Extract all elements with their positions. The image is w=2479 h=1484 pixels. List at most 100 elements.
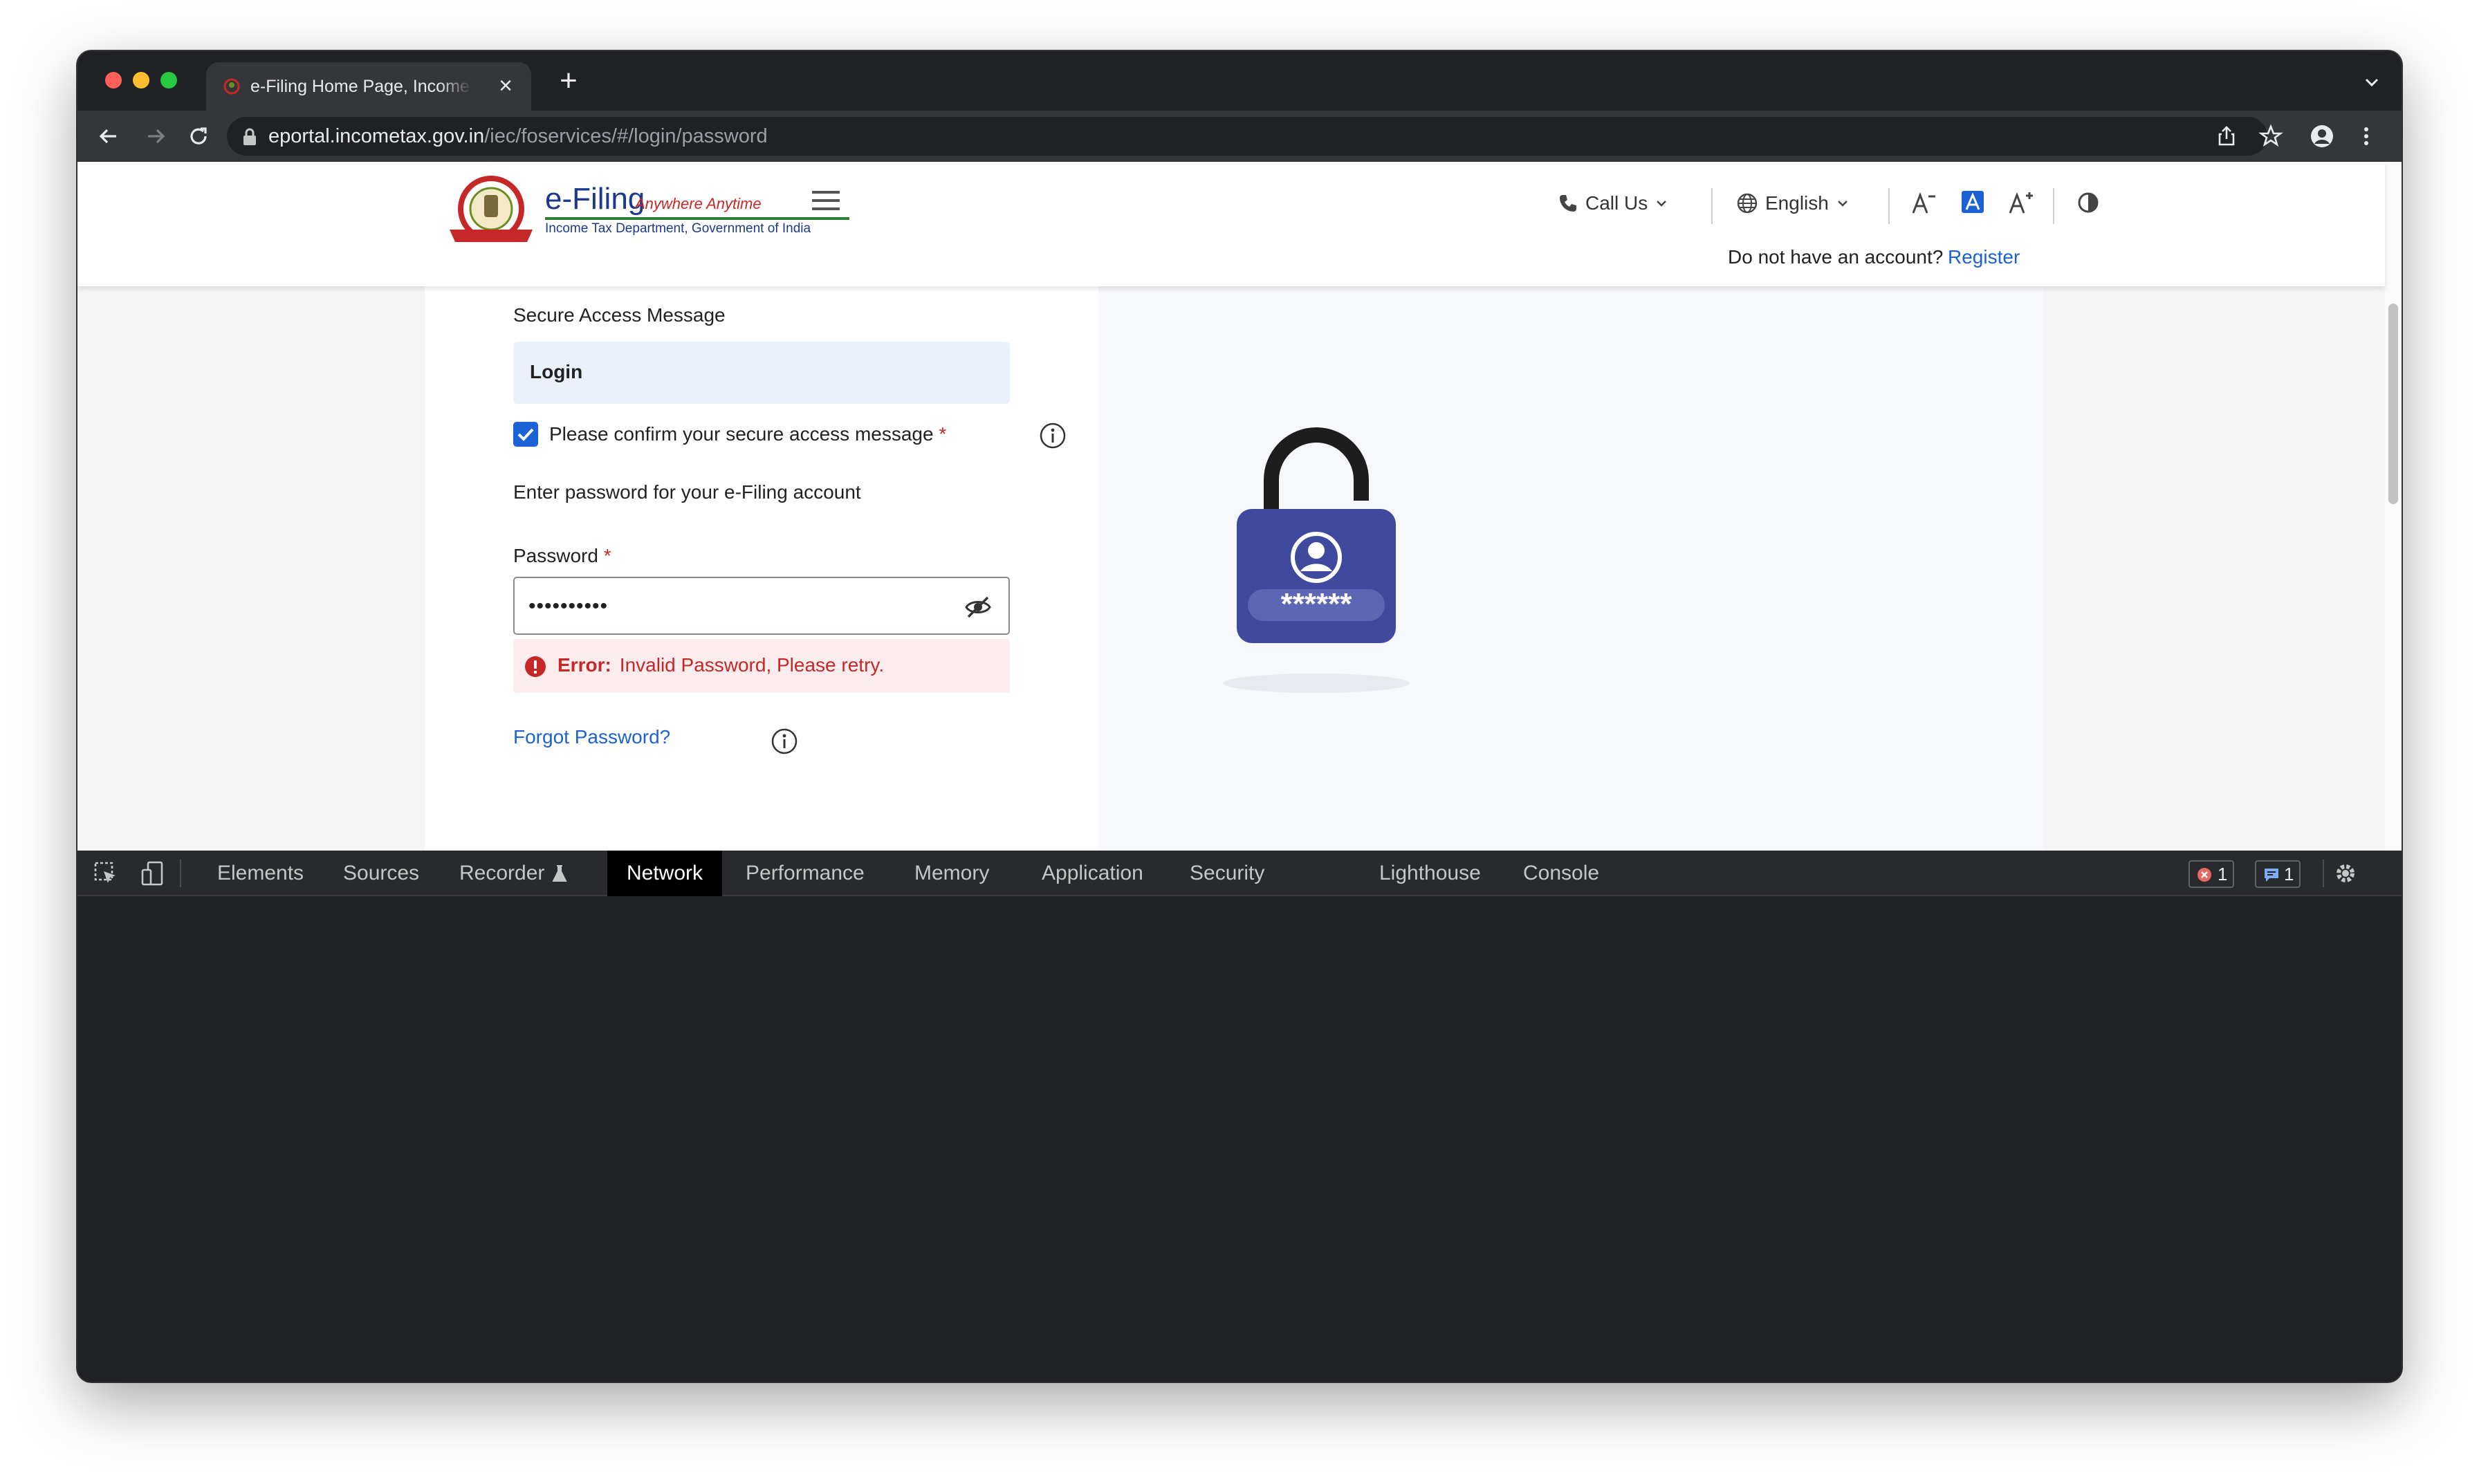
eye-off-icon[interactable] <box>964 593 992 621</box>
device-toolbar-icon[interactable] <box>140 860 166 887</box>
brand-subtitle: Income Tax Department, Government of Ind… <box>545 221 811 236</box>
more-menu-icon[interactable] <box>2353 123 2379 149</box>
login-form: Secure Access Message Login Please confi… <box>425 286 1098 851</box>
devtools-tab-memory[interactable]: Memory <box>895 851 1008 896</box>
lock-icon <box>243 128 256 145</box>
url-host: eportal.incometax.gov.in <box>268 125 485 147</box>
header-divider <box>1711 188 1713 224</box>
tab-strip: e-Filing Home Page, Income Tax × + <box>77 51 2402 111</box>
error-icon <box>525 656 546 677</box>
screenshot-stage: e-Filing Home Page, Income Tax × + eport… <box>0 0 2479 1484</box>
browser-window: e-Filing Home Page, Income Tax × + eport… <box>77 51 2402 1382</box>
secure-access-message-label: Secure Access Message <box>513 304 726 326</box>
call-us-label: Call Us <box>1585 192 1648 214</box>
url-path: /iec/foservices/#/login/password <box>484 125 768 147</box>
url-text: eportal.incometax.gov.in/iec/foservices/… <box>268 125 768 147</box>
globe-icon <box>1737 193 1758 214</box>
devtools-tab-performance[interactable]: Performance <box>726 851 884 896</box>
phone-icon <box>1560 195 1576 212</box>
toolbar-divider <box>180 860 181 887</box>
devtools-tab-console[interactable]: Console <box>1504 851 1619 896</box>
normal-font-icon[interactable] <box>1960 189 1985 214</box>
chevron-down-icon <box>1657 201 1667 207</box>
error-count: 1 <box>2218 864 2228 884</box>
contrast-toggle-icon[interactable] <box>2076 191 2100 214</box>
devtools-tab-elements[interactable]: Elements <box>198 851 323 896</box>
brand-tagline: Anywhere Anytime <box>635 195 762 212</box>
decrease-font-icon[interactable] <box>1910 191 1937 216</box>
minimize-window-button[interactable] <box>133 72 149 89</box>
new-tab-button[interactable]: + <box>555 66 582 96</box>
devtools-tab-network[interactable]: Network <box>607 851 723 896</box>
bookmark-star-icon[interactable] <box>2258 123 2284 149</box>
close-window-button[interactable] <box>105 72 122 89</box>
brand-underline <box>545 217 849 220</box>
language-label: English <box>1765 192 1829 214</box>
password-label: Password * <box>513 545 611 567</box>
brand-title: e-Filing <box>545 182 645 216</box>
call-us-dropdown[interactable]: Call Us <box>1558 189 1668 217</box>
toolbar-divider <box>2323 860 2324 887</box>
page-scrollbar[interactable] <box>2385 162 2402 851</box>
devtools-panel: Elements Sources Recorder Network Perfor… <box>77 851 2402 1382</box>
error-message: Invalid Password, Please retry. <box>619 654 885 676</box>
error-circle-icon <box>2197 868 2211 882</box>
tab-close-icon[interactable]: × <box>495 74 516 98</box>
devtools-tab-security[interactable]: Security <box>1170 851 1284 896</box>
secure-access-message-box: Login <box>513 342 1010 404</box>
forgot-password-link[interactable]: Forgot Password? <box>513 726 670 748</box>
header-divider <box>1888 188 1890 224</box>
error-label: Error: <box>557 654 611 676</box>
error-count-badge[interactable]: 1 <box>2188 860 2235 888</box>
devtools-tab-lighthouse[interactable]: Lighthouse <box>1360 851 1500 896</box>
checkmark-icon <box>517 428 534 441</box>
forward-arrow-icon[interactable] <box>142 123 169 149</box>
unlocked-padlock-illustration: ****** <box>1237 427 1396 643</box>
header-divider <box>2053 188 2054 224</box>
message-count: 1 <box>2284 864 2294 884</box>
message-count-badge[interactable]: 1 <box>2255 860 2301 888</box>
no-account-text: Do not have an account? <box>1728 246 1944 268</box>
settings-gear-icon[interactable] <box>2332 860 2359 887</box>
increase-font-icon[interactable] <box>2007 189 2035 216</box>
hamburger-menu-icon[interactable] <box>812 189 840 212</box>
site-header: e-Filing Anywhere Anytime Income Tax Dep… <box>77 162 2385 286</box>
chevron-down-icon <box>1837 201 1847 207</box>
devtools-tab-sources[interactable]: Sources <box>324 851 439 896</box>
income-tax-emblem-logo[interactable] <box>444 176 538 245</box>
devtools-tab-bar: Elements Sources Recorder Network Perfor… <box>77 851 2402 896</box>
back-arrow-icon[interactable] <box>95 123 122 149</box>
message-icon <box>2265 869 2278 882</box>
language-dropdown[interactable]: English <box>1736 189 1850 217</box>
required-asterisk: * <box>603 545 611 566</box>
inspect-element-icon[interactable] <box>93 860 119 887</box>
page-scrollbar-thumb[interactable] <box>2388 304 2398 504</box>
devtools-tab-application[interactable]: Application <box>1022 851 1163 896</box>
secure-access-message-value: Login <box>530 361 583 382</box>
password-value: •••••••••• <box>528 595 609 618</box>
browser-toolbar: eportal.incometax.gov.in/iec/foservices/… <box>77 111 2402 162</box>
web-page: e-Filing Anywhere Anytime Income Tax Dep… <box>77 162 2402 851</box>
share-icon[interactable] <box>2213 123 2240 149</box>
devtools-tab-recorder[interactable]: Recorder <box>440 851 586 896</box>
profile-avatar-icon[interactable] <box>2309 123 2335 149</box>
tab-search-chevron-icon[interactable] <box>2361 72 2382 93</box>
confirm-sam-checkbox[interactable] <box>513 422 538 447</box>
favicon-icon <box>223 78 240 95</box>
zoom-window-button[interactable] <box>160 72 177 89</box>
register-link[interactable]: Register <box>1948 246 2020 268</box>
enter-password-instruction: Enter password for your e-Filing account <box>513 481 861 503</box>
info-icon[interactable] <box>1039 422 1067 449</box>
address-bar[interactable]: eportal.incometax.gov.in/iec/foservices/… <box>227 117 2267 156</box>
password-input[interactable]: •••••••••• <box>513 577 1010 635</box>
info-icon[interactable] <box>771 727 798 755</box>
error-text: Error: Invalid Password, Please retry. <box>557 654 884 676</box>
browser-tab[interactable]: e-Filing Home Page, Income Tax × <box>206 62 531 111</box>
mask-asterisks: ****** <box>1281 587 1353 621</box>
flask-icon <box>552 865 568 882</box>
illustration-shadow <box>1223 674 1410 693</box>
login-card: Secure Access Message Login Please confi… <box>425 286 2043 851</box>
reload-icon[interactable] <box>185 123 212 149</box>
error-banner: Error: Invalid Password, Please retry. <box>513 639 1010 693</box>
required-asterisk: * <box>939 423 947 445</box>
